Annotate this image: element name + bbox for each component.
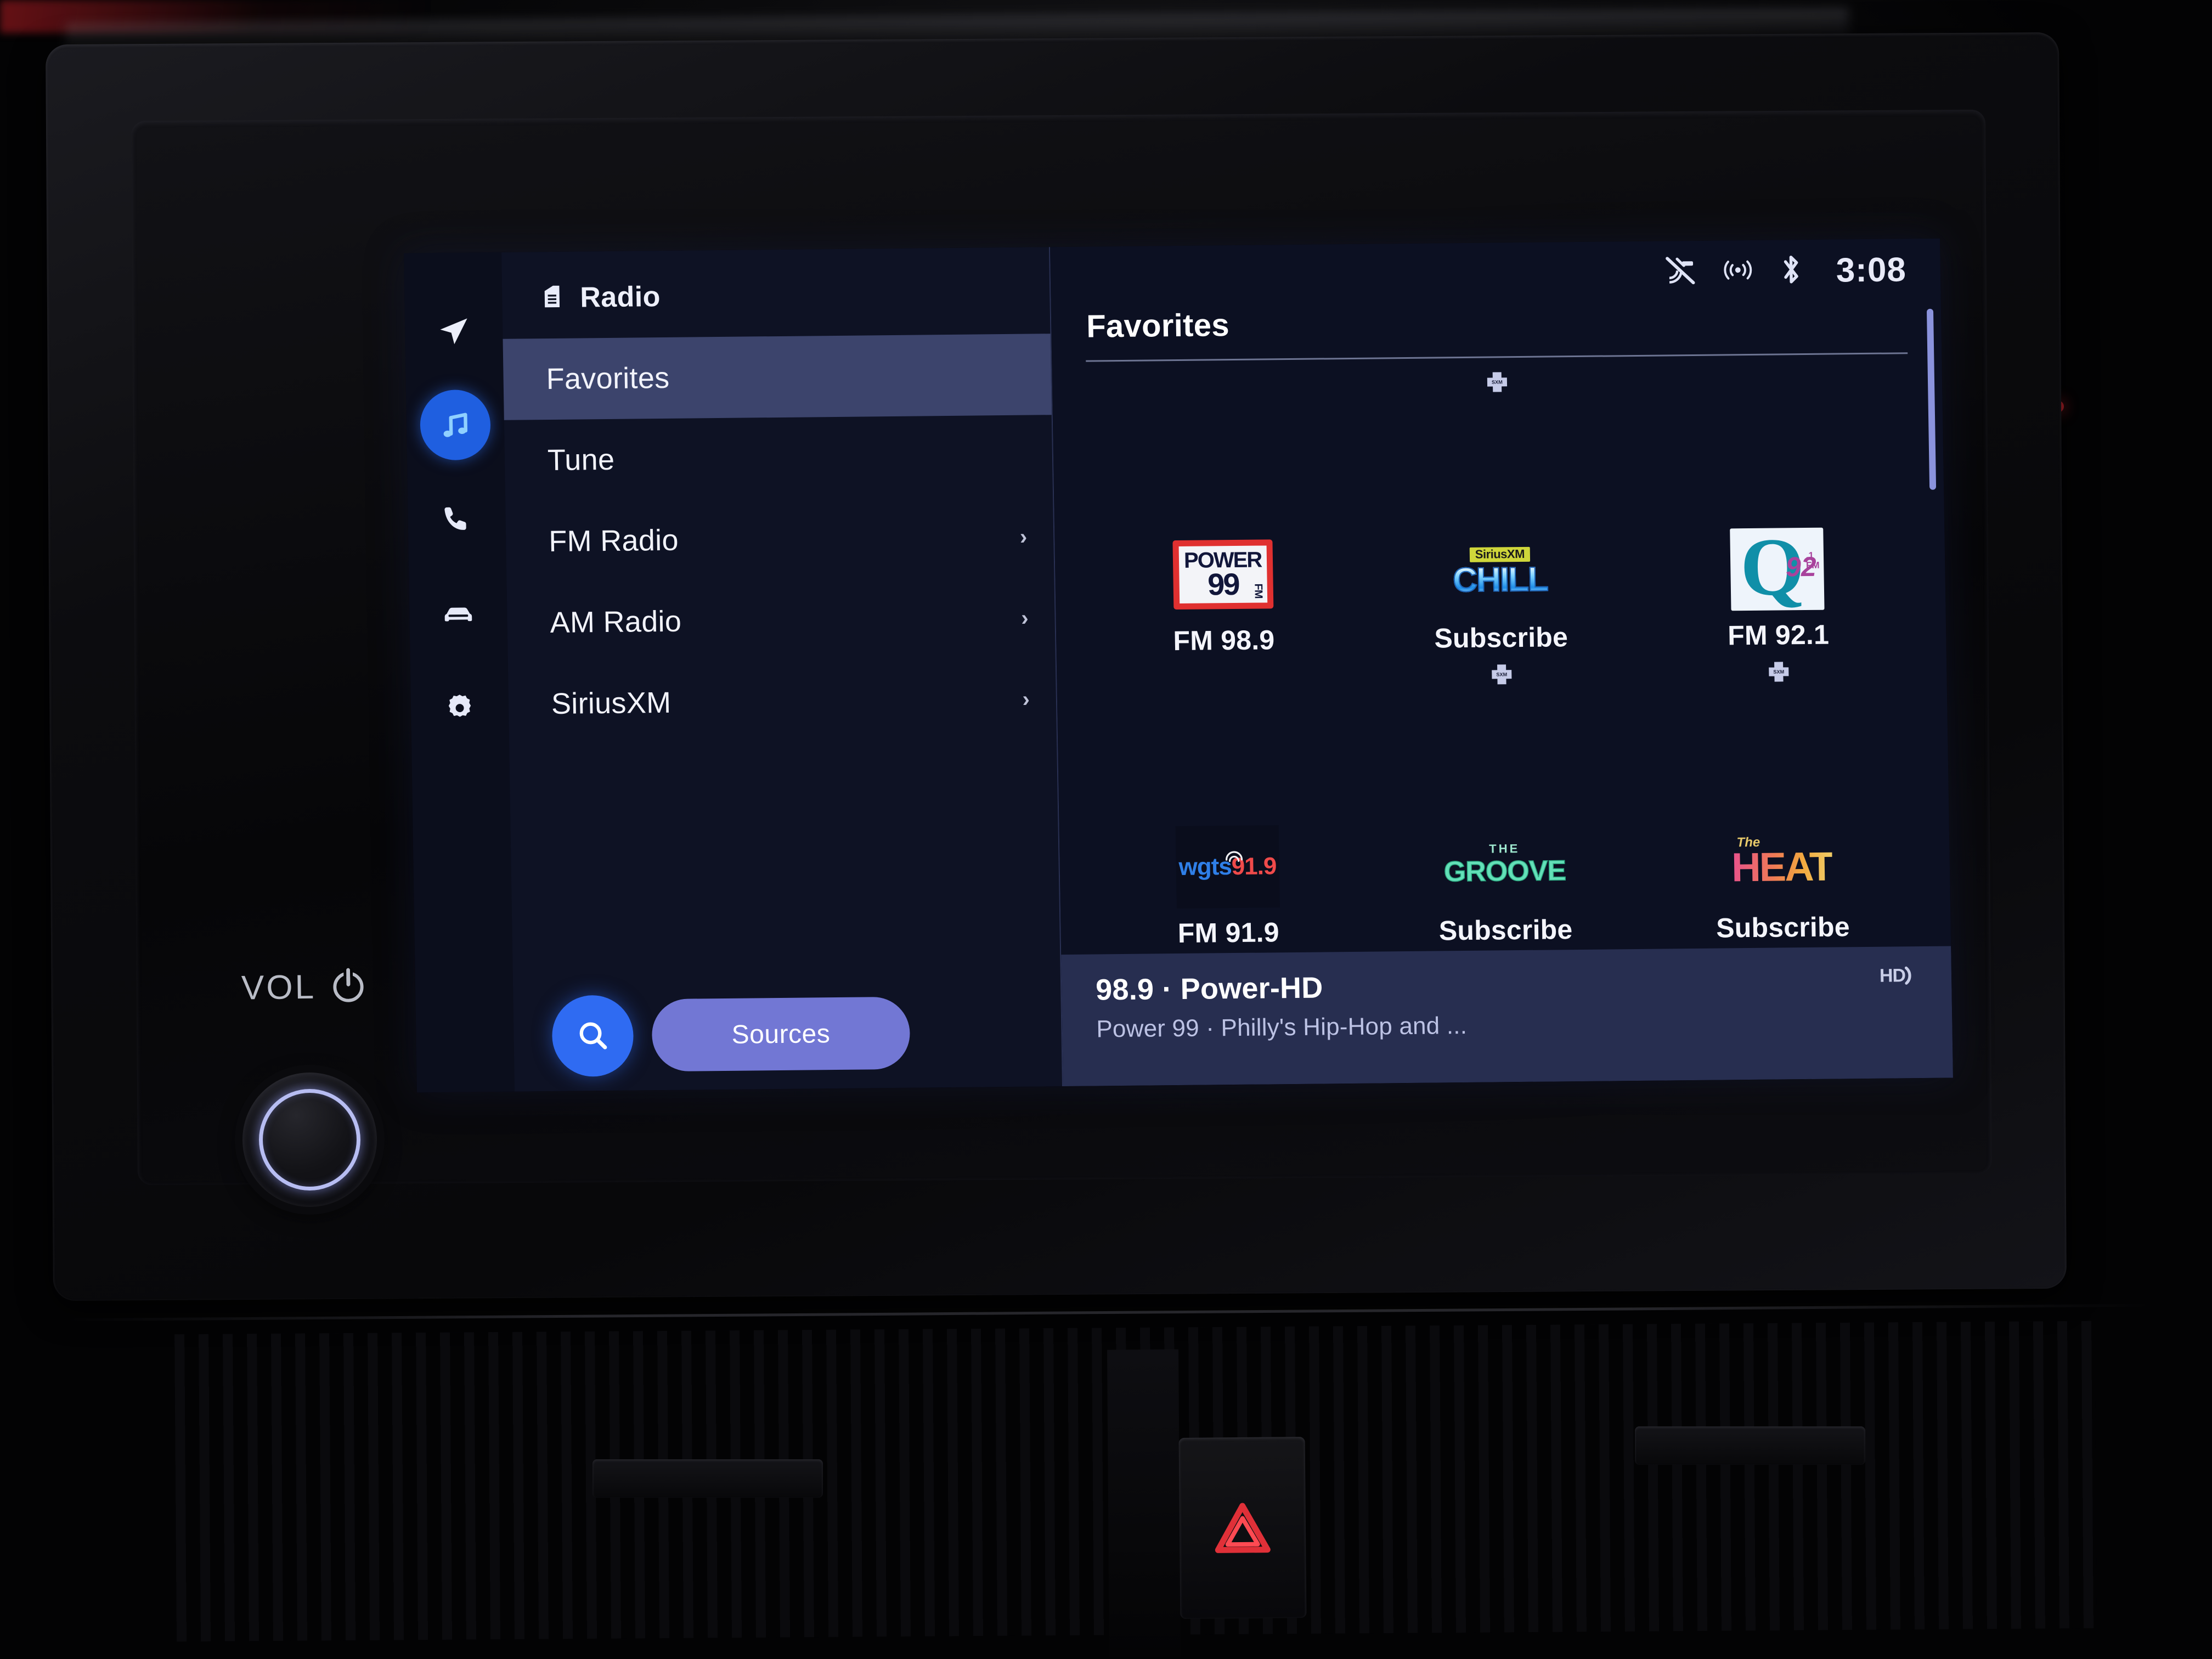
page-title: Favorites <box>1086 307 1230 345</box>
favorite-tile-the-groove[interactable]: SXM THE GROOVE Subscribe <box>1365 657 1642 952</box>
music-note-icon <box>437 407 473 443</box>
svg-text:SXM: SXM <box>1774 669 1785 675</box>
vent-slat-left[interactable] <box>592 1459 823 1498</box>
favorite-tile-label: Subscribe <box>1438 914 1573 946</box>
chevron-right-icon: › <box>1019 524 1028 549</box>
hazard-triangle-icon <box>1212 1500 1273 1556</box>
sidebar-item-vehicle[interactable] <box>422 578 494 649</box>
now-playing-bar[interactable]: 98.9 · Power-HD Power 99 · Philly's Hip-… <box>1061 946 1953 1087</box>
menu-item-label: Favorites <box>546 361 670 396</box>
menu-item-label: Tune <box>547 443 615 477</box>
logo-text-groove: GROOVE <box>1443 854 1567 888</box>
menu-item-label: AM Radio <box>550 605 682 639</box>
station-logo-power-99: POWER 99 FM <box>1169 533 1277 616</box>
station-logo-the-groove: THE GROOVE <box>1443 822 1567 906</box>
radio-icon <box>539 282 565 313</box>
car-icon <box>440 595 477 632</box>
sidebar-item-phone[interactable] <box>421 484 493 555</box>
logo-text-the: THE <box>1489 842 1520 856</box>
favorite-tile-label: FM 98.9 <box>1173 624 1275 657</box>
favorite-tile-label: Subscribe <box>1434 622 1568 654</box>
phone-icon <box>439 502 474 537</box>
favorites-panel[interactable]: 3:08 Favorites POWER 99 FM FM 98.9 SXM S… <box>1049 238 1953 1087</box>
favorite-tile-power-99[interactable]: POWER 99 FM FM 98.9 <box>1084 367 1361 662</box>
menu-item-siriusxm[interactable]: SiriusXM › <box>508 658 1057 745</box>
favorite-tile-siriusxm-chill[interactable]: SXM SiriusXM CHILL Subscribe <box>1361 364 1638 659</box>
navigation-arrow-icon <box>436 312 472 349</box>
chevron-right-icon: › <box>1022 687 1030 712</box>
logo-text-siriusxm: SiriusXM <box>1469 546 1531 562</box>
station-logo-wgts-91-9: wgts 91.9 <box>1173 825 1282 909</box>
search-button[interactable] <box>551 995 634 1077</box>
favorite-tile-label: FM 91.9 <box>1177 917 1280 949</box>
menu-item-label: FM Radio <box>548 523 679 558</box>
logo-text-99: 99 <box>1207 566 1239 602</box>
now-playing-title: 98.9 · Power-HD <box>1095 971 1323 1007</box>
svg-text:SXM: SXM <box>1492 380 1503 385</box>
station-logo-the-heat: The HEAT <box>1728 820 1836 904</box>
center-divider-strip <box>1107 1349 1181 1657</box>
sidebar-item-navigation[interactable] <box>418 295 489 366</box>
menu-item-am-radio[interactable]: AM Radio › <box>506 577 1055 664</box>
dashboard-background: Radio Favorites Tune FM Radio › AM Radio… <box>0 0 2212 1659</box>
hd-radio-icon: HD <box>1880 964 1920 988</box>
vent-slat-right[interactable] <box>1635 1426 1865 1465</box>
station-logo-q-92-1: Q 92 .1 FM <box>1723 521 1832 613</box>
volume-knob-ring <box>259 1089 360 1190</box>
sidebar-item-media[interactable] <box>419 390 491 461</box>
search-icon <box>574 1017 611 1055</box>
menu-item-tune[interactable]: Tune <box>504 415 1053 501</box>
siriusxm-badge-icon: SXM <box>1485 370 1510 394</box>
infotainment-screen[interactable]: Radio Favorites Tune FM Radio › AM Radio… <box>404 238 1953 1093</box>
favorite-tile-wgts-91-9[interactable]: wgts 91.9 FM 91.9 <box>1088 659 1365 955</box>
sidebar-item-settings[interactable] <box>424 673 495 743</box>
favorite-tile-label: FM 92.1 <box>1727 619 1830 651</box>
app-rail[interactable] <box>404 252 515 1093</box>
wireless-signal-icon <box>1720 256 1755 286</box>
status-clock: 3:08 <box>1836 250 1907 289</box>
favorite-tile-q-92-1[interactable]: Q 92 .1 FM FM 92.1 <box>1638 362 1915 657</box>
svg-text:SXM: SXM <box>1496 672 1507 677</box>
volume-power-label: VOL <box>241 964 369 1009</box>
menu-item-label: SiriusXM <box>551 686 672 720</box>
status-bar: 3:08 <box>1050 239 1941 309</box>
sources-button[interactable]: Sources <box>651 996 911 1072</box>
bluetooth-icon <box>1779 253 1803 289</box>
siriusxm-badge-icon: SXM <box>1489 662 1514 686</box>
logo-text-chill: CHILL <box>1452 560 1549 600</box>
satellite-off-icon <box>1663 254 1697 289</box>
menu-item-favorites[interactable]: Favorites <box>503 334 1052 420</box>
volume-knob[interactable] <box>242 1073 377 1207</box>
logo-text-heat: HEAT <box>1731 843 1833 890</box>
menu-item-fm-radio[interactable]: FM Radio › <box>505 496 1054 583</box>
vol-text: VOL <box>241 968 317 1007</box>
power-icon <box>328 964 369 1008</box>
logo-text-fm: FM <box>1252 583 1265 599</box>
now-playing-subtitle: Power 99 · Philly's Hip-Hop and ... <box>1096 1012 1468 1043</box>
chevron-right-icon: › <box>1020 606 1029 630</box>
menu-list[interactable]: Favorites Tune FM Radio › AM Radio › Sir… <box>503 334 1057 744</box>
hazard-button[interactable] <box>1178 1437 1307 1619</box>
menu-header-label: Radio <box>579 281 661 314</box>
gear-icon <box>443 691 477 725</box>
favorite-tile-the-heat[interactable]: SXM The HEAT Subscribe <box>1643 654 1920 949</box>
menu-header: Radio <box>501 247 1050 315</box>
siriusxm-badge-icon: SXM <box>1767 659 1791 684</box>
favorites-grid[interactable]: POWER 99 FM FM 98.9 SXM SiriusXM CHILL S… <box>1052 354 1951 955</box>
menu-action-bar[interactable]: Sources <box>551 992 911 1077</box>
favorite-tile-label: Subscribe <box>1716 911 1850 944</box>
panel-seam <box>66 1304 2151 1322</box>
logo-text-92-sub: .1 FM <box>1805 550 1820 571</box>
radio-menu-panel[interactable]: Radio Favorites Tune FM Radio › AM Radio… <box>501 247 1064 1092</box>
signal-wave-icon <box>1223 850 1245 862</box>
station-logo-siriusxm-chill: SiriusXM CHILL <box>1446 530 1554 613</box>
favorites-header: Favorites <box>1051 300 1942 346</box>
